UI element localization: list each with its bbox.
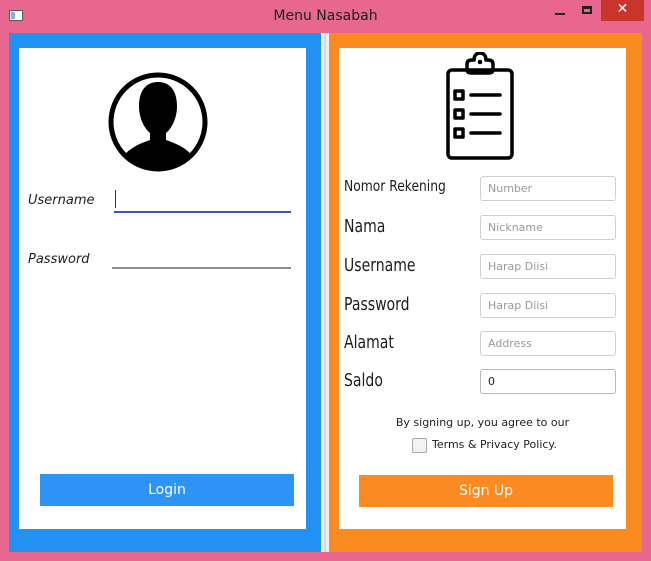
username-underline (114, 211, 291, 213)
app-window: Menu Nasabah ✕ Username Password Login N… (0, 0, 651, 561)
nomor-rekening-label: Nomor Rekening (344, 177, 446, 195)
password-input[interactable] (112, 244, 292, 272)
username-label: Username (28, 193, 95, 208)
terms-label[interactable]: Terms & Privacy Policy. (432, 438, 557, 451)
clipboard-checklist-icon (446, 52, 514, 160)
password-label: Password (28, 252, 90, 267)
minimize-button[interactable] (546, 0, 574, 21)
username-input[interactable] (114, 186, 292, 214)
title-bar[interactable]: Menu Nasabah ✕ (0, 0, 651, 33)
login-button[interactable]: Login (40, 474, 294, 506)
text-caret (115, 190, 116, 208)
saldo-label: Saldo (344, 370, 383, 391)
signup-card: Nomor Rekening Number Nama Nickname User… (339, 48, 626, 529)
close-icon: ✕ (616, 1, 629, 17)
nomor-rekening-input[interactable]: Number (480, 176, 616, 201)
nama-input[interactable]: Nickname (480, 215, 616, 240)
nama-label: Nama (344, 216, 386, 237)
username-signup-label: Username (344, 255, 416, 276)
login-panel: Username Password Login (9, 33, 321, 552)
minimize-icon (555, 13, 565, 15)
alamat-input[interactable]: Address (480, 331, 616, 356)
alamat-label: Alamat (344, 332, 394, 353)
user-silhouette-icon (108, 72, 208, 172)
password-signup-label: Password (344, 294, 410, 315)
signup-panel: Nomor Rekening Number Nama Nickname User… (329, 33, 642, 552)
agreement-text: By signing up, you agree to our (395, 416, 570, 429)
password-signup-input[interactable]: Harap Diisi (480, 293, 616, 318)
username-signup-input[interactable]: Harap Diisi (480, 254, 616, 279)
login-card: Username Password Login (19, 48, 306, 529)
saldo-input[interactable]: 0 (480, 369, 616, 394)
close-button[interactable]: ✕ (601, 0, 644, 21)
signup-button[interactable]: Sign Up (359, 475, 613, 507)
terms-checkbox[interactable] (412, 438, 427, 453)
maximize-icon (582, 6, 592, 14)
maximize-button[interactable] (574, 0, 601, 21)
password-underline (112, 267, 291, 269)
split-divider[interactable] (321, 33, 329, 552)
